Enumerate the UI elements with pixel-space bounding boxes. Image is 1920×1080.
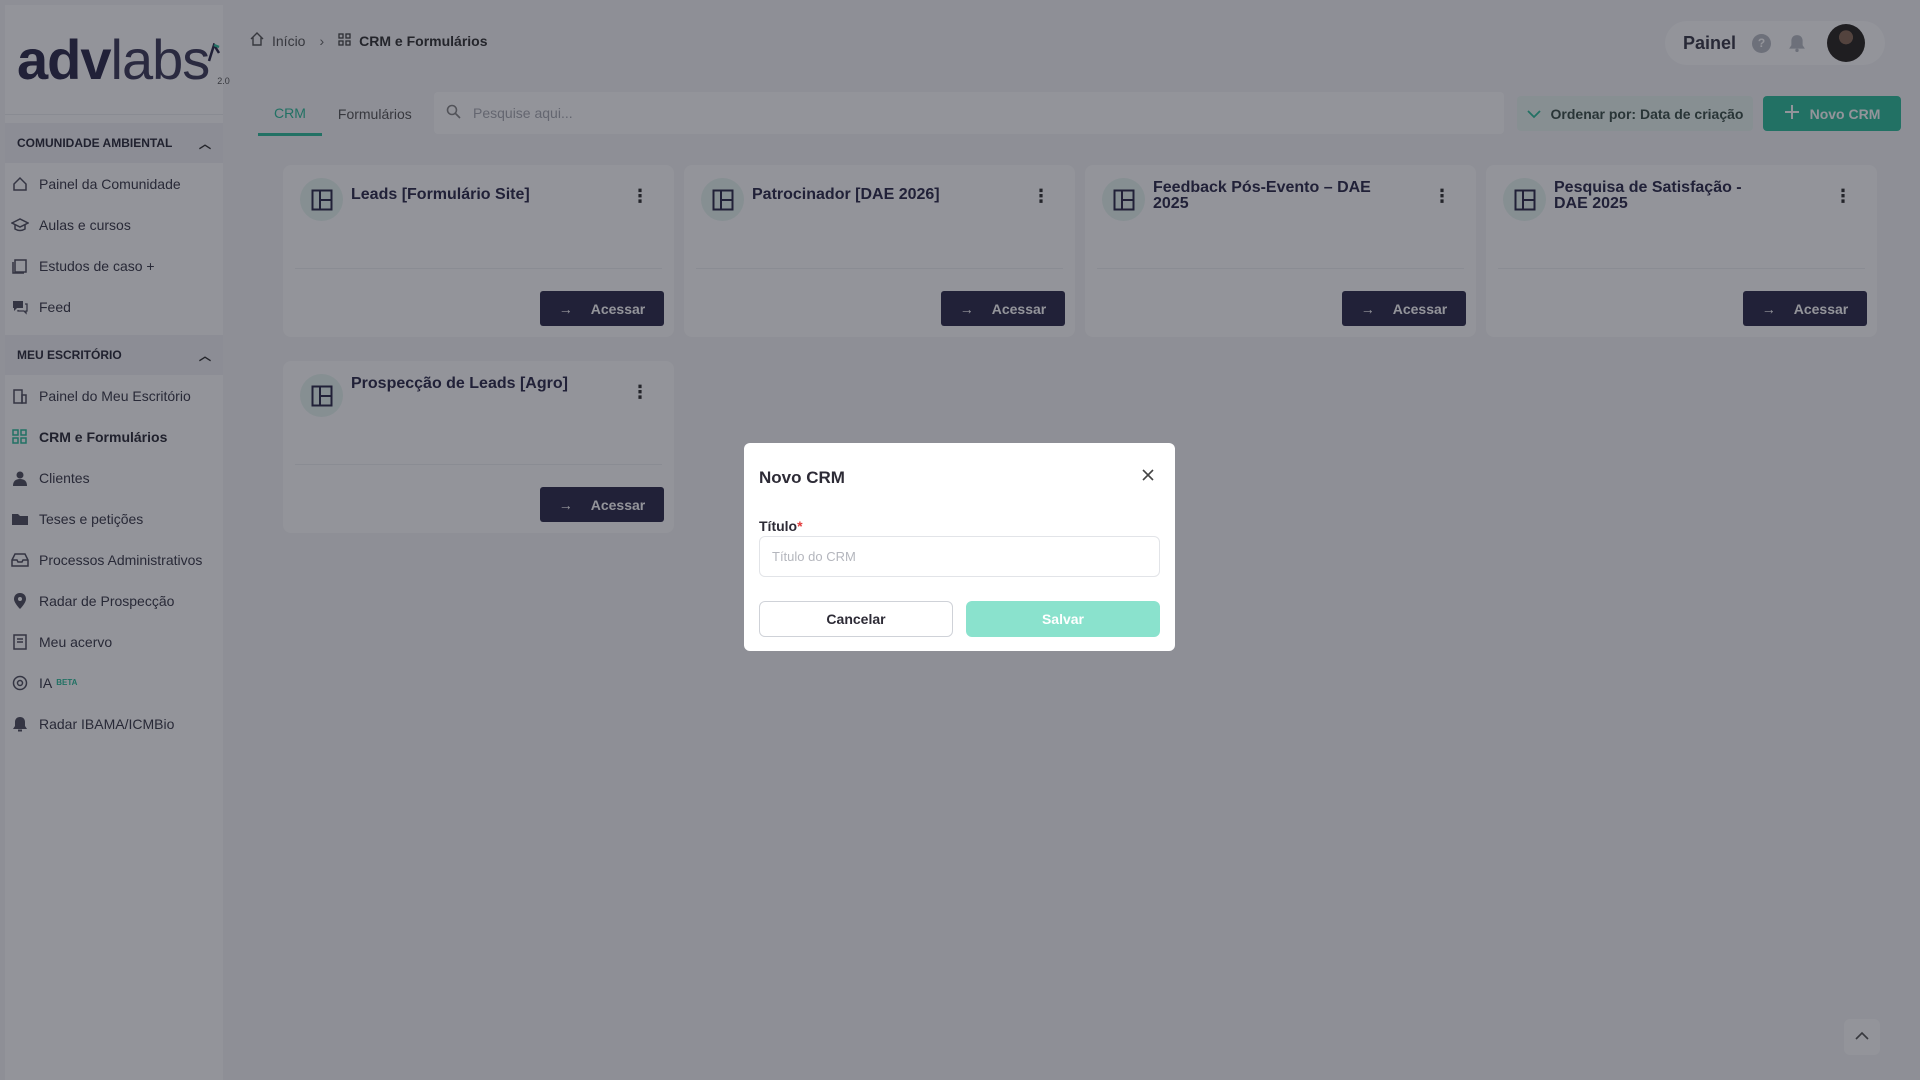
cancel-button[interactable]: Cancelar	[759, 601, 953, 637]
title-field-label: Título*	[759, 518, 803, 534]
save-button[interactable]: Salvar	[966, 601, 1160, 637]
new-crm-dialog: Novo CRM Título* Cancelar Salvar	[744, 443, 1175, 651]
required-mark: *	[797, 518, 803, 534]
field-label-text: Título	[759, 518, 798, 534]
dialog-title: Novo CRM	[759, 468, 845, 487]
close-icon[interactable]	[1141, 467, 1155, 485]
app-root: advlabs 2.0 COMUNIDADE AMBIENTAL ︿ Paine…	[0, 0, 1920, 1080]
title-input[interactable]	[759, 536, 1160, 577]
